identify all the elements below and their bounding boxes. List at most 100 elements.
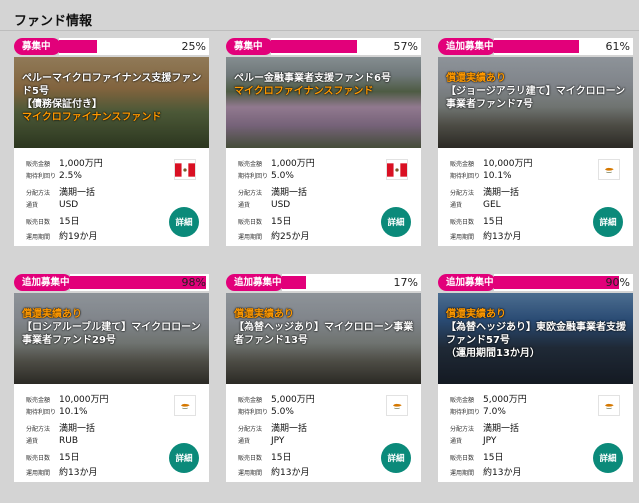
title-divider (0, 30, 639, 31)
detail-value: 10,000万円 (483, 159, 533, 169)
detail-value: 満期一括 (59, 424, 96, 435)
detail-value: 15日 (483, 217, 504, 228)
detail-value: 満期一括 (271, 424, 308, 435)
detail-key: 販売日数 (450, 219, 475, 227)
fund-details: 販売金額 1,000万円 期待利回り 5.0% 分配方法 満期一括 通貨 USD 販売日数 15日… (226, 148, 421, 246)
detail-key: 販売日数 (238, 219, 263, 227)
caption-fund-name: ペルーマイクロファイナンス支援ファンド5号 (22, 73, 202, 97)
fund-photo[interactable]: ペルー金融事業者支援ファンド6号 マイクロファイナンスファンド (226, 57, 421, 148)
fund-details: 販売金額 1,000万円 期待利回り 2.5% 分配方法 満期一括 通貨 USD 販売日数 15日… (14, 148, 209, 246)
detail-value: 15日 (271, 217, 292, 228)
status-badge: 募集中 (226, 38, 273, 55)
detail-row: 分配方法 満期一括 (238, 185, 421, 200)
caption-track-record: 償還実績あり (22, 309, 82, 320)
detail-key: 運用期間 (238, 233, 263, 241)
progress-bar-fill (282, 276, 306, 289)
fund-details: 販売金額 5,000万円 期待利回り 7.0% 分配方法 満期一括 通貨 JPY 販売日数 15日… (438, 384, 633, 482)
progress-percent: 61% (605, 40, 630, 53)
detail-key: 通貨 (26, 437, 39, 445)
detail-key: 販売金額 (26, 397, 51, 404)
detail-key: 期待利回り (450, 408, 481, 416)
detail-button[interactable]: 詳細 (381, 207, 411, 237)
progress-bar-fill (271, 40, 357, 53)
detail-key: 運用期間 (450, 469, 475, 477)
caption-fund-name: 【ロシアルーブル建て】マイクロローン事業者ファンド29号 (22, 322, 201, 346)
fund-caption: 償還実績あり【ロシアルーブル建て】マイクロローン事業者ファンド29号 (22, 308, 203, 347)
detail-value: 2.5% (59, 170, 82, 181)
detail-key: 販売日数 (238, 455, 263, 463)
fund-details: 販売金額 5,000万円 期待利回り 5.0% 分配方法 満期一括 通貨 JPY 販売日数 15日… (226, 384, 421, 482)
fund-card[interactable]: 募集中 25% ペルーマイクロファイナンス支援ファンド5号 【債務保証付き】 マイクロフ… (14, 38, 209, 246)
fund-photo[interactable]: ペルーマイクロファイナンス支援ファンド5号 【債務保証付き】 マイクロファイナンスフ… (14, 57, 209, 148)
detail-value: 1,000万円 (271, 159, 315, 169)
caption-fund-name: 【為替ヘッジあり】マイクロローン事業者ファンド13号 (234, 322, 414, 346)
fund-card[interactable]: 追加募集中 61% 償還実績あり 【ジョージアラリ建て】マイクロローン事業者ファンド7… (438, 38, 633, 246)
detail-key: 分配方法 (26, 190, 51, 198)
detail-value: 5,000万円 (483, 395, 527, 405)
detail-key: 通貨 (238, 201, 251, 209)
detail-value: 満期一括 (59, 188, 96, 199)
detail-value: JPY (271, 435, 285, 446)
caption-track-record: 償還実績あり (234, 309, 294, 320)
fund-card[interactable]: 追加募集中 90% 償還実績あり 【為替ヘッジあり】東欧金融事業者支援ファンド57号 （… (438, 274, 633, 482)
detail-key: 販売金額 (450, 397, 475, 404)
detail-key: 通貨 (450, 437, 463, 445)
detail-value: 満期一括 (483, 424, 520, 435)
detail-button[interactable]: 詳細 (593, 207, 623, 237)
cyprus-flag (598, 159, 620, 180)
fund-details: 販売金額 10,000万円 期待利回り 10.1% 分配方法 満期一括 通貨 RUB 販売日数 1… (14, 384, 209, 482)
detail-key: 通貨 (238, 437, 251, 445)
detail-value: 15日 (59, 217, 80, 228)
fund-card[interactable]: 追加募集中 98% 償還実績あり 【ロシアルーブル建て】マイクロローン事業者ファンド2… (14, 274, 209, 482)
detail-key: 通貨 (26, 201, 39, 209)
detail-value: 10.1% (483, 170, 512, 181)
detail-button[interactable]: 詳細 (593, 443, 623, 473)
caption-fund-category: マイクロファイナンスファンド (234, 86, 374, 97)
progress-percent: 25% (181, 40, 206, 53)
status-badge: 追加募集中 (226, 274, 284, 291)
caption-fund-name: ペルー金融事業者支援ファンド6号 (234, 73, 391, 84)
progress-bar-fill (494, 40, 579, 53)
fund-card[interactable]: 募集中 57% ペルー金融事業者支援ファンド6号 マイクロファイナンスファンド 販売金額… (226, 38, 421, 246)
detail-value: 約13か月 (483, 231, 522, 242)
caption-fund-name: 【為替ヘッジあり】東欧金融事業者支援ファンド57号 (446, 322, 626, 346)
fund-caption: 償還実績あり 【ジョージアラリ建て】マイクロローン事業者ファンド7号 (446, 72, 627, 111)
page-title: ファンド情報 (14, 14, 93, 29)
progress-row: 追加募集中 61% (438, 38, 633, 57)
detail-key: 期待利回り (26, 408, 57, 416)
detail-key: 期待利回り (238, 172, 269, 180)
detail-value: 約25か月 (271, 231, 310, 242)
detail-key: 販売日数 (450, 455, 475, 463)
fund-photo[interactable]: 償還実績あり 【為替ヘッジあり】東欧金融事業者支援ファンド57号 （運用期間13か月… (438, 293, 633, 384)
progress-bar-fill (59, 40, 97, 53)
detail-value: 15日 (59, 453, 80, 464)
cyprus-flag (386, 395, 408, 416)
fund-card[interactable]: 追加募集中 17% 償還実績あり 【為替ヘッジあり】マイクロローン事業者ファンド13号… (226, 274, 421, 482)
peru-flag (386, 159, 408, 180)
detail-key: 分配方法 (26, 426, 51, 434)
caption-fund-name: 【ジョージアラリ建て】マイクロローン事業者ファンド7号 (446, 86, 626, 110)
fund-photo[interactable]: 償還実績あり 【ジョージアラリ建て】マイクロローン事業者ファンド7号 (438, 57, 633, 148)
detail-value: 5,000万円 (271, 395, 315, 405)
detail-key: 販売金額 (238, 397, 263, 404)
photo-overlay (226, 57, 421, 148)
detail-row: 分配方法 満期一括 (450, 185, 633, 200)
detail-button[interactable]: 詳細 (381, 443, 411, 473)
fund-photo[interactable]: 償還実績あり【為替ヘッジあり】マイクロローン事業者ファンド13号 (226, 293, 421, 384)
fund-photo[interactable]: 償還実績あり【ロシアルーブル建て】マイクロローン事業者ファンド29号 (14, 293, 209, 384)
detail-button[interactable]: 詳細 (169, 443, 199, 473)
detail-value: 満期一括 (271, 188, 308, 199)
progress-bar-fill (494, 276, 620, 289)
detail-value: 7.0% (483, 406, 506, 417)
detail-value: 満期一括 (483, 188, 520, 199)
progress-row: 募集中 25% (14, 38, 209, 57)
fund-caption: 償還実績あり 【為替ヘッジあり】東欧金融事業者支援ファンド57号 （運用期間13か月… (446, 308, 627, 360)
detail-value: GEL (483, 199, 501, 210)
status-badge: 募集中 (14, 38, 61, 55)
progress-row: 追加募集中 17% (226, 274, 421, 293)
detail-value: 10.1% (59, 406, 88, 417)
cyprus-flag (598, 395, 620, 416)
detail-button[interactable]: 詳細 (169, 207, 199, 237)
caption-fund-note: 【債務保証付き】 (22, 99, 102, 110)
detail-key: 通貨 (450, 201, 463, 209)
